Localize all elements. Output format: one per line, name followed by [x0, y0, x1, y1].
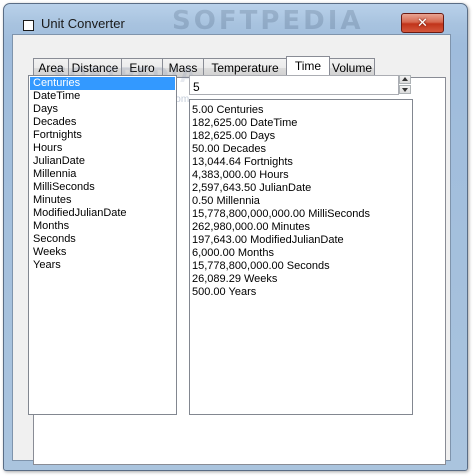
result-line: 182,625.00 Days [192, 130, 276, 142]
unit-list-item[interactable]: Minutes [30, 194, 175, 207]
units-listbox[interactable]: Centuries DateTime Days Decades Fortnights Ho… [28, 75, 177, 415]
result-line: 182,625.00 DateTime [192, 117, 298, 129]
window-icon[interactable] [23, 20, 34, 31]
unit-list-item[interactable]: Centuries [30, 77, 175, 90]
result-line: 5.00 Centuries [192, 104, 264, 116]
window-title: Unit Converter [41, 16, 125, 31]
value-spinner[interactable] [399, 75, 411, 95]
unit-converter-window: Unit Converter SOFTPEDIA ✕ Area Distance… [3, 3, 468, 471]
unit-list-item[interactable]: Decades [30, 116, 175, 129]
result-line: 500.00 Years [192, 286, 257, 298]
spin-down-button[interactable] [399, 85, 411, 94]
unit-list-item[interactable]: Seconds [30, 233, 175, 246]
unit-list-item[interactable]: Hours [30, 142, 175, 155]
arrow-up-icon [402, 77, 408, 81]
client-area: Area Distance Euro Mass Temperature Time… [12, 34, 451, 465]
result-line: 15,778,800,000.00 Seconds [192, 260, 330, 272]
unit-list-item[interactable]: MilliSeconds [30, 181, 175, 194]
result-line: 4,383,000.00 Hours [192, 169, 289, 181]
unit-list-item[interactable]: JulianDate [30, 155, 175, 168]
result-line: 13,044.64 Fortnights [192, 156, 293, 168]
unit-list-item[interactable]: Days [30, 103, 175, 116]
spin-up-button[interactable] [399, 75, 411, 84]
results-textbox[interactable]: 5.00 Centuries 182,625.00 DateTime 182,625… [189, 99, 413, 415]
arrow-down-icon [402, 88, 408, 92]
result-line: 26,089.29 Weeks [192, 273, 278, 285]
unit-list-item[interactable]: ModifiedJulianDate [30, 207, 175, 220]
result-line: 197,643.00 ModifiedJulianDate [192, 234, 344, 246]
close-button[interactable]: ✕ [401, 13, 444, 33]
unit-list-item[interactable]: Years [30, 259, 175, 272]
result-line: 50.00 Decades [192, 143, 266, 155]
unit-list-item[interactable]: Millennia [30, 168, 175, 181]
unit-list-item[interactable]: Fortnights [30, 129, 175, 142]
unit-list-item[interactable]: DateTime [30, 90, 175, 103]
results-lines: 5.00 Centuries 182,625.00 DateTime 182,625… [192, 104, 412, 299]
value-input[interactable] [189, 75, 399, 95]
result-line: 6,000.00 Months [192, 247, 274, 259]
watermark-logo: SOFTPEDIA [172, 6, 364, 36]
result-line: 262,980,000.00 Minutes [192, 221, 311, 233]
unit-list-item[interactable]: Months [30, 220, 175, 233]
result-line: 15,778,800,000,000.00 MilliSeconds [192, 208, 370, 220]
close-icon: ✕ [417, 15, 428, 31]
result-line: 2,597,643.50 JulianDate [192, 182, 312, 194]
title-bar[interactable]: Unit Converter SOFTPEDIA ✕ [4, 4, 467, 36]
units-list-items: Centuries DateTime Days Decades Fortnights Ho… [29, 76, 176, 272]
result-line: 0.50 Millennia [192, 195, 260, 207]
unit-list-item[interactable]: Weeks [30, 246, 175, 259]
